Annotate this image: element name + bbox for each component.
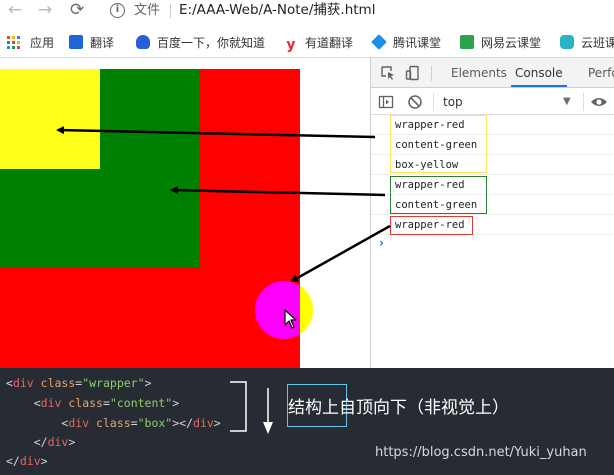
cloud-class-icon — [560, 35, 574, 49]
apps-grid-icon — [7, 36, 20, 49]
bookmark-apps[interactable]: 应用 — [30, 35, 54, 51]
console-log-line: box-yellow — [371, 155, 614, 175]
log-text: wrapper-red — [395, 219, 465, 231]
log-text: content-green — [395, 139, 478, 151]
content-green-div[interactable] — [0, 69, 200, 268]
mouse-cursor-icon — [284, 309, 297, 329]
clear-console-icon[interactable] — [407, 94, 423, 110]
bookmark-netease-class[interactable]: 网易云课堂 — [460, 35, 541, 51]
log-text: content-green — [395, 199, 478, 211]
devtools-tab-bar: Elements Console Perfo — [371, 58, 614, 88]
file-scheme-label: 文件 — [134, 3, 161, 18]
filter-divider — [433, 93, 434, 111]
code-annotation-panel: <div class="wrapper"> <div class="conten… — [0, 368, 614, 475]
youdao-icon: y — [286, 37, 296, 53]
console-log-line: wrapper-red — [371, 115, 614, 135]
bookmark-label: 百度一下，你就知道 — [157, 36, 266, 50]
bookmark-baidu[interactable]: 百度一下，你就知道 — [136, 35, 265, 51]
code-line: </div> — [6, 454, 48, 468]
bookmark-cloud-class[interactable]: 云班课 — [560, 35, 614, 51]
tab-performance[interactable]: Perfo — [588, 58, 614, 87]
translate-icon — [69, 35, 83, 49]
netease-class-icon — [460, 35, 474, 49]
reload-icon[interactable]: ⟳ — [70, 1, 84, 19]
address-bar[interactable]: E:/AAA-Web/A-Note/捕获.html — [179, 2, 375, 19]
bookmark-label: 翻译 — [90, 36, 115, 50]
box-yellow-div[interactable] — [0, 69, 100, 169]
console-log-line: content-green — [371, 195, 614, 215]
live-expression-eye-icon[interactable] — [590, 95, 608, 109]
console-filter-bar: top ▼ — [371, 89, 614, 115]
execution-context-select[interactable]: top — [443, 94, 463, 110]
bookmarks-bar: 应用 翻译 百度一下，你就知道 y 有道翻译 腾讯课堂 网易云课堂 云班课 — [0, 30, 614, 56]
bookmark-tencent-class[interactable]: 腾讯课堂 — [371, 34, 442, 51]
device-toolbar-icon[interactable] — [405, 65, 421, 81]
filter-divider — [583, 93, 584, 111]
console-log-line: wrapper-red — [371, 175, 614, 195]
forward-arrow-icon[interactable]: → — [38, 1, 52, 19]
back-arrow-icon[interactable]: ← — [8, 1, 22, 19]
console-prompt-icon[interactable]: › — [379, 236, 384, 250]
console-log-line: content-green — [371, 135, 614, 155]
tencent-class-icon — [371, 34, 387, 50]
bookmark-label: 腾讯课堂 — [393, 36, 442, 50]
bookmark-label: 云班课 — [581, 36, 614, 50]
source-watermark: https://blog.csdn.net/Yuki_yuhan — [375, 445, 587, 460]
log-text: box-yellow — [395, 159, 459, 171]
code-line: <div class="content"> — [33, 396, 180, 410]
sidebar-toggle-icon[interactable] — [378, 94, 394, 110]
site-info-icon[interactable]: i — [110, 3, 125, 18]
inspect-element-icon[interactable] — [380, 65, 396, 81]
address-separator — [170, 4, 171, 18]
code-line: <div class="box"></div> — [61, 416, 221, 430]
code-line: <div class="wrapper"> — [6, 376, 152, 390]
tab-divider — [431, 66, 432, 81]
bookmark-label: 网易云课堂 — [481, 36, 542, 50]
tab-elements[interactable]: Elements — [451, 58, 507, 87]
console-log-line: wrapper-red — [371, 215, 614, 235]
bookmark-label: 应用 — [30, 36, 55, 50]
log-text: wrapper-red — [395, 119, 465, 131]
structure-caption: 结构上自顶向下（非视觉上） — [288, 398, 509, 418]
page-viewport — [0, 58, 370, 368]
log-text: wrapper-red — [395, 179, 465, 191]
bookmark-translate[interactable]: 翻译 — [69, 35, 114, 51]
structure-bracket-arrow — [230, 381, 273, 434]
code-line: </div> — [33, 435, 76, 449]
dropdown-arrow-icon[interactable]: ▼ — [563, 94, 571, 110]
tab-console[interactable]: Console — [511, 58, 567, 87]
baidu-paw-icon — [136, 35, 150, 49]
bookmark-label: 有道翻译 — [305, 36, 354, 50]
ball-yellow-half — [300, 281, 313, 339]
bookmark-youdao[interactable]: y 有道翻译 — [284, 35, 354, 53]
devtools-panel: Elements Console Perfo top ▼ wrapper-red… — [370, 58, 614, 368]
browser-toolbar: ← → ⟳ i 文件 E:/AAA-Web/A-Note/捕获.html — [0, 0, 614, 22]
